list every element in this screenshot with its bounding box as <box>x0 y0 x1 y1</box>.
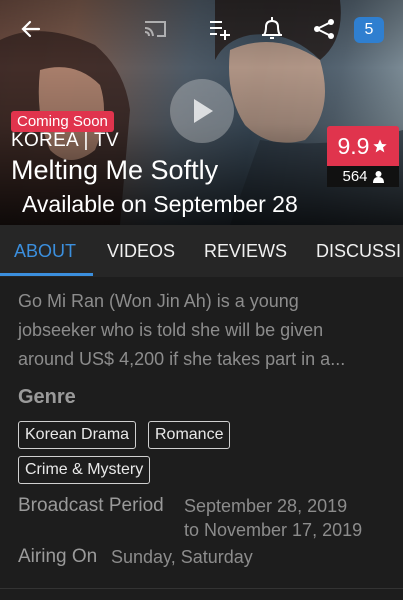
genre-chip[interactable]: Romance <box>148 421 231 449</box>
synopsis-line: Go Mi Ran (Won Jin Ah) is a young <box>18 291 299 311</box>
share-button[interactable] <box>307 12 341 46</box>
bell-plus-icon <box>262 17 282 39</box>
genre-chip[interactable]: Crime & Mystery <box>18 456 151 484</box>
vote-count: 564 <box>327 166 399 187</box>
show-title: Melting Me Softly <box>11 155 219 185</box>
cast-button[interactable] <box>138 12 172 46</box>
tab-about[interactable]: ABOUT <box>14 225 76 277</box>
synopsis-line: jobseeker who is told she will be given <box>18 320 324 340</box>
hero-banner: 5 Coming Soon KOREA | TV Melting Me Soft… <box>0 0 403 225</box>
synopsis-line: around US$ 4,200 if she takes part in a.… <box>18 349 346 369</box>
synopsis[interactable]: Go Mi Ran (Won Jin Ah) is a young jobsee… <box>18 287 388 374</box>
rating-box[interactable]: 9.9 564 <box>327 126 399 187</box>
broadcast-period-label: Broadcast Period <box>18 495 164 516</box>
cast-icon <box>144 21 166 37</box>
back-button[interactable] <box>14 12 48 46</box>
tab-reviews[interactable]: REVIEWS <box>204 225 287 277</box>
back-arrow-icon <box>21 20 41 38</box>
broadcast-end: to November 17, 2019 <box>184 520 363 540</box>
broadcast-start: September 28, 2019 <box>184 496 348 516</box>
genre-heading: Genre <box>18 386 76 408</box>
add-to-list-button[interactable] <box>203 12 237 46</box>
play-trailer-button[interactable] <box>170 79 234 143</box>
rating-score: 9.9 <box>327 126 399 166</box>
active-tab-indicator <box>0 273 93 276</box>
airing-on-value: Sunday, Saturday <box>111 547 253 567</box>
section-divider <box>0 588 403 589</box>
section-tabs: ABOUT VIDEOS REVIEWS DISCUSSI <box>0 225 403 277</box>
play-icon <box>194 99 213 123</box>
add-to-list-icon <box>210 21 230 40</box>
rating-value: 9.9 <box>337 132 370 159</box>
airing-on-label: Airing On <box>18 546 98 567</box>
top-action-bar: 5 <box>0 0 403 60</box>
tab-videos[interactable]: VIDEOS <box>107 225 175 277</box>
country-type-label: KOREA | TV <box>11 130 119 151</box>
star-icon <box>373 139 388 153</box>
status-badge: Coming Soon <box>11 111 114 132</box>
person-icon <box>372 170 384 183</box>
vote-count-value: 564 <box>342 168 368 185</box>
tab-discussion[interactable]: DISCUSSI <box>316 225 401 277</box>
share-icon <box>314 19 334 39</box>
notification-count-badge[interactable]: 5 <box>354 17 384 43</box>
availability-text: Available on September 28 <box>22 191 298 217</box>
genre-chip[interactable]: Korean Drama <box>18 421 137 449</box>
notify-button[interactable] <box>255 12 289 46</box>
